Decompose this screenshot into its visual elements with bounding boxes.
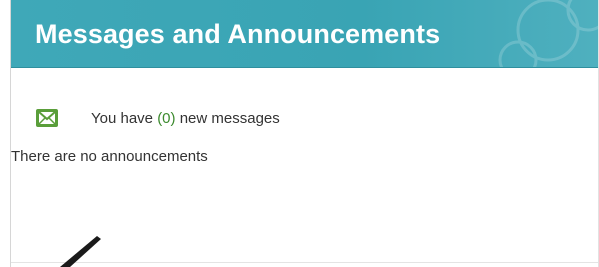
panel-title: Messages and Announcements (35, 19, 441, 49)
envelope-icon[interactable] (36, 109, 58, 127)
panel-header: Messages and Announcements (11, 0, 598, 68)
announcements-status-text: There are no announcements (11, 148, 208, 165)
messages-prefix: You have (91, 109, 158, 127)
messages-suffix: new messages (175, 109, 280, 127)
messages-row[interactable]: You have (0) new messages (36, 106, 280, 130)
messages-count-link[interactable]: (0) (157, 110, 175, 127)
panel-bottom-divider (11, 262, 598, 263)
messages-announcements-panel: Messages and Announcements You have (0) … (10, 0, 599, 267)
messages-status-text: You have (0) new messages (91, 110, 280, 127)
header-decoration-icon (498, 0, 598, 67)
